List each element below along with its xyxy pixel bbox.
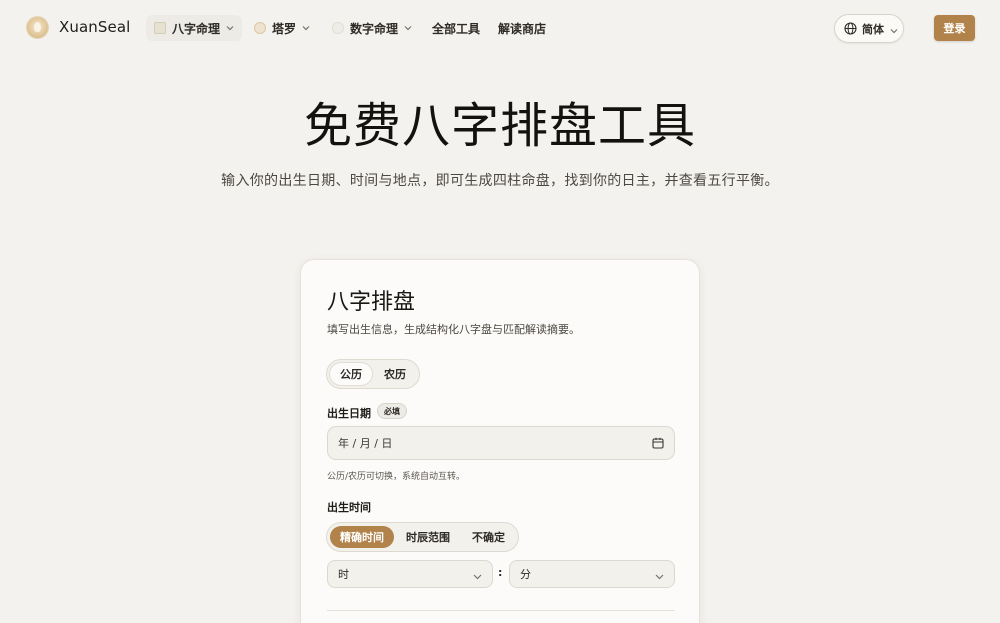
birth-date-hint: 公历/农历可切换，系统自动互转。 (327, 472, 466, 482)
nav-all-tools-label: 全部工具 (432, 21, 481, 36)
nav-bazi[interactable]: 八字命理 (146, 15, 243, 41)
hour-select-value: 时 (338, 568, 349, 581)
bazi-thumb-icon (154, 22, 166, 34)
time-mode-exact[interactable]: 精确时间 (330, 526, 394, 548)
time-mode-unknown[interactable]: 不确定 (462, 526, 515, 548)
nav-numerology-label: 数字命理 (350, 21, 399, 36)
chevron-down-icon (404, 24, 412, 32)
chevron-down-icon (473, 571, 482, 580)
calendar-lunar-option[interactable]: 农历 (374, 363, 416, 385)
nav-bazi-label: 八字命理 (172, 21, 221, 36)
minute-select[interactable]: 分 (509, 560, 675, 588)
time-mode-range[interactable]: 时辰范围 (396, 526, 460, 548)
required-badge: 必填 (377, 403, 407, 419)
nav-reading-shop[interactable]: 解读商店 (490, 15, 554, 41)
nav-tarot[interactable]: 塔罗 (246, 15, 318, 41)
brand-logo-icon[interactable] (27, 17, 48, 38)
time-separator: : (498, 566, 503, 579)
login-button[interactable]: 登录 (934, 15, 975, 41)
nav-all-tools[interactable]: 全部工具 (424, 15, 488, 41)
calendar-type-toggle: 公历 农历 (326, 359, 420, 389)
calendar-icon[interactable] (652, 437, 664, 449)
minute-select-value: 分 (520, 568, 531, 581)
chevron-down-icon (226, 24, 234, 32)
card-description: 填写出生信息，生成结构化八字盘与匹配解读摘要。 (327, 323, 580, 336)
numerology-thumb-icon (332, 22, 344, 34)
page-subtitle: 输入你的出生日期、时间与地点，即可生成四柱命盘，找到你的日主，并查看五行平衡。 (221, 173, 779, 189)
calendar-solar-option[interactable]: 公历 (330, 363, 372, 385)
nav-tarot-label: 塔罗 (272, 21, 297, 36)
hour-select[interactable]: 时 (327, 560, 493, 588)
language-label: 简体 (862, 22, 884, 36)
birth-date-input[interactable]: 年 / 月 / 日 (327, 426, 675, 460)
chevron-down-icon (890, 25, 898, 33)
nav-reading-shop-label: 解读商店 (498, 21, 547, 36)
globe-icon (844, 22, 857, 35)
nav-numerology[interactable]: 数字命理 (324, 15, 420, 41)
birth-time-mode-toggle: 精确时间 时辰范围 不确定 (326, 522, 519, 552)
section-divider (327, 610, 675, 611)
language-switcher[interactable]: 简体 (834, 14, 904, 43)
birth-date-placeholder: 年 / 月 / 日 (338, 437, 393, 450)
chevron-down-icon (302, 24, 310, 32)
birth-time-label: 出生时间 (327, 501, 371, 514)
bazi-form-card: 八字排盘 填写出生信息，生成结构化八字盘与匹配解读摘要。 公历 农历 出生日期 … (300, 259, 700, 623)
chevron-down-icon (655, 571, 664, 580)
brand-name[interactable]: XuanSeal (59, 18, 130, 36)
card-title: 八字排盘 (327, 290, 416, 315)
top-nav-bar: XuanSeal 八字命理 塔罗 数字命理 全部工具 解读商店 简体 登录 (0, 0, 1000, 56)
tarot-thumb-icon (254, 22, 266, 34)
page-title: 免费八字排盘工具 (303, 98, 696, 154)
birth-date-label: 出生日期 (327, 407, 371, 420)
